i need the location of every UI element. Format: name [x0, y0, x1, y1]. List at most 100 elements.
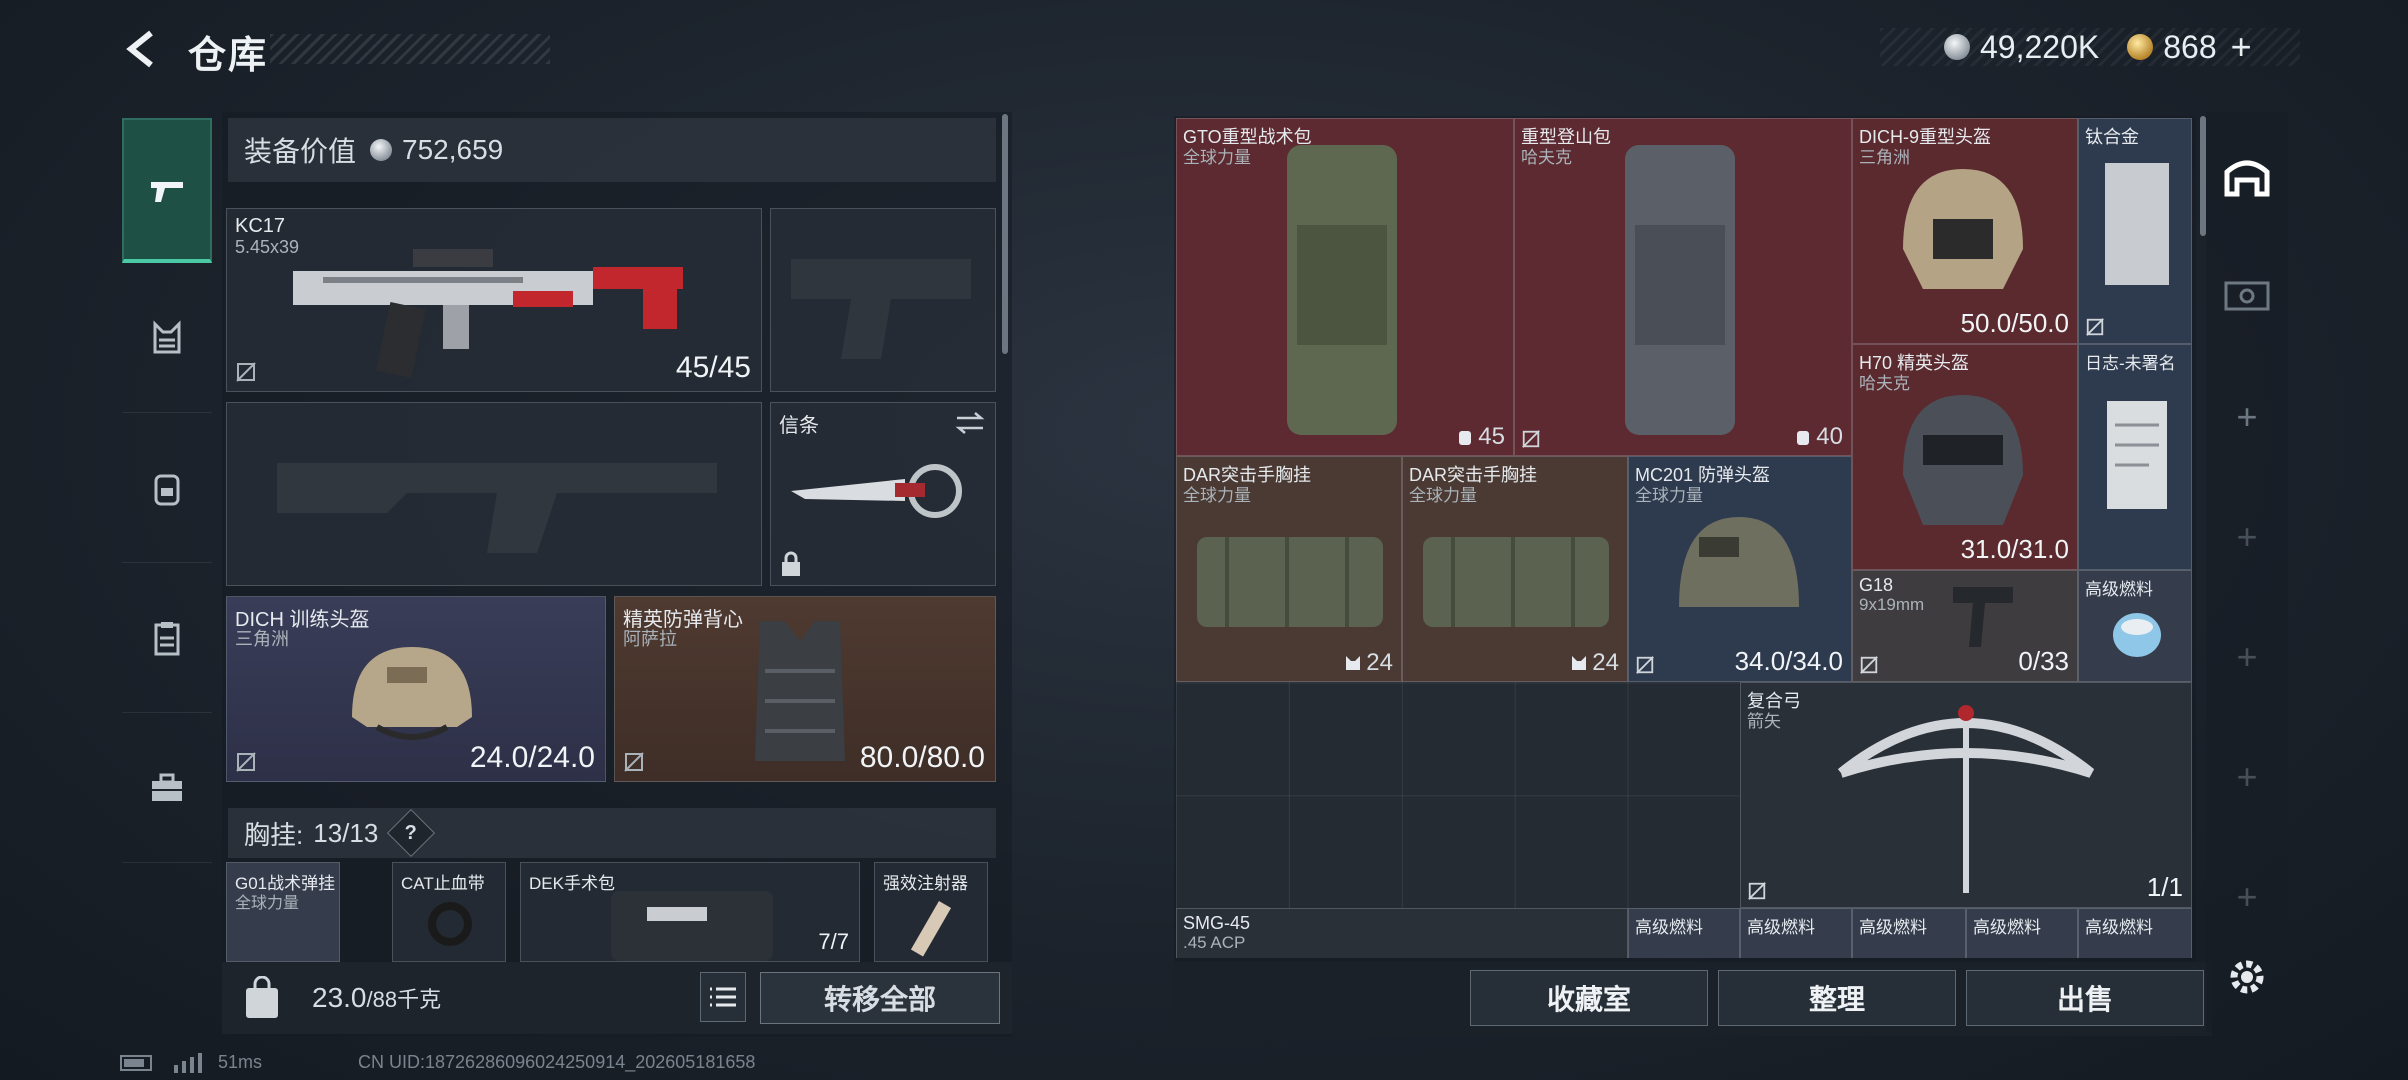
category-armor[interactable]	[122, 563, 212, 713]
stash-item-mc201-helmet[interactable]: MC201 防弹头盔 全球力量 34.0/34.0	[1628, 456, 1852, 682]
add-stash-tab-button[interactable]: +	[2222, 752, 2272, 802]
armor-durability: 80.0/80.0	[859, 741, 985, 774]
gear-icon	[2230, 960, 2264, 994]
stash-tab-secondary[interactable]	[2222, 270, 2272, 320]
stash-grid: GTO重型战术包 全球力量 45 重型登山包 哈夫克 40 DICH-9重型头盔…	[1176, 118, 2192, 958]
equipment-value-row: 装备价值 752,659	[228, 118, 996, 182]
stash-item-log[interactable]: 日志-未署名	[2078, 344, 2192, 570]
injector-image	[910, 900, 952, 957]
stash-item-climbing-backpack[interactable]: 重型登山包 哈夫克 40	[1514, 118, 1852, 456]
item-faction: 全球力量	[1183, 486, 1251, 505]
list-view-button[interactable]	[700, 972, 746, 1022]
category-backpack[interactable]	[122, 413, 212, 563]
stash-item-smg45[interactable]: SMG-45 .45 ACP	[1176, 908, 1628, 958]
chest-rig-header: 胸挂: 13/13 ?	[228, 808, 996, 858]
item-durability: 50.0/50.0	[1960, 308, 2069, 338]
vest-image	[755, 621, 845, 761]
helmet-image	[1903, 169, 2023, 289]
stash-item-fuel[interactable]: 高级燃料	[1852, 908, 1966, 958]
lock-off-icon	[1860, 656, 1878, 674]
primary-weapon-slot[interactable]: KC17 5.45x39 45/45	[226, 208, 762, 392]
stash-item-g18[interactable]: G18 9x19mm 0/33	[1852, 570, 2078, 682]
stash-tab-rail: + + + + +	[2206, 112, 2288, 1032]
category-chest-rig[interactable]	[122, 263, 212, 413]
item-name: 高级燃料	[2085, 580, 2153, 599]
stash-item-fuel[interactable]: 高级燃料	[1628, 908, 1740, 958]
swap-icon[interactable]	[955, 411, 985, 435]
item-caliber: .45 ACP	[1183, 933, 1246, 952]
titanium-plate-image	[2105, 163, 2169, 285]
stash-item-dar-rig-1[interactable]: DAR突击手胸挂 全球力量 24	[1176, 456, 1402, 682]
silver-coin-icon	[1944, 34, 1970, 60]
stash-item-fuel[interactable]: 高级燃料	[2078, 570, 2192, 682]
add-stash-tab-button[interactable]: +	[2222, 392, 2272, 442]
armor-slot[interactable]: 精英防弹背心 阿萨拉 80.0/80.0	[614, 596, 996, 782]
add-stash-tab-button[interactable]: +	[2222, 512, 2272, 562]
stash-tab-main[interactable]	[2222, 152, 2272, 202]
lock-off-icon	[236, 752, 256, 772]
help-icon: ?	[405, 821, 418, 844]
stash-item-dich9-helmet[interactable]: DICH-9重型头盔 三角洲 50.0/50.0	[1852, 118, 2078, 344]
stash-item-titanium[interactable]: 钛合金	[2078, 118, 2192, 344]
category-rail	[122, 108, 212, 863]
backpack-image	[1287, 145, 1397, 435]
weight-bar: 23.0/88千克 转移全部	[222, 962, 1012, 1034]
melee-slot[interactable]: 信条	[770, 402, 996, 586]
gear-scrollbar[interactable]	[1002, 114, 1008, 354]
back-arrow-icon	[126, 30, 153, 68]
helmet-image	[1903, 395, 2023, 525]
back-button[interactable]	[118, 24, 168, 74]
add-currency-button[interactable]: +	[2231, 26, 2252, 68]
category-weapons[interactable]	[122, 118, 212, 263]
lock-off-icon	[1522, 430, 1540, 448]
rig-item-g01[interactable]: G01战术弹挂 全球力量	[226, 862, 340, 962]
silver-coin-icon	[370, 139, 393, 161]
pistol-icon	[151, 181, 183, 202]
stash-item-fuel[interactable]: 高级燃料	[1966, 908, 2078, 958]
armor-faction: 阿萨拉	[623, 629, 677, 649]
sell-button[interactable]: 出售	[1966, 970, 2204, 1026]
rig-item-injector[interactable]: 强效注射器	[874, 862, 988, 962]
item-name: 日志-未署名	[2085, 354, 2176, 373]
helmet-faction: 三角洲	[235, 629, 289, 649]
page-title: 仓库	[188, 35, 269, 77]
stash-item-dar-rig-2[interactable]: DAR突击手胸挂 全球力量 24	[1402, 456, 1628, 682]
gold-currency-value: 868	[2163, 28, 2217, 65]
item-capacity: 24	[1344, 649, 1393, 677]
stash-item-compound-bow[interactable]: 复合弓 箭矢 1/1	[1740, 682, 2192, 908]
stash-item-fuel[interactable]: 高级燃料	[2078, 908, 2192, 958]
pistol-slot-empty[interactable]	[770, 208, 996, 392]
weight-value: 23.0/88千克	[312, 982, 441, 1014]
rig-item-cat[interactable]: CAT止血带	[392, 862, 506, 962]
help-button[interactable]: ?	[387, 808, 436, 858]
stash-item-gto-backpack[interactable]: GTO重型战术包 全球力量 45	[1176, 118, 1514, 456]
stash-item-fuel[interactable]: 高级燃料	[1740, 908, 1852, 958]
stash-item-h70-helmet[interactable]: H70 精英头盔 哈夫克 31.0/31.0	[1852, 344, 2078, 570]
item-durability: 31.0/31.0	[1960, 534, 2069, 564]
rig-item-dek[interactable]: DEK手术包 7/7	[520, 862, 860, 962]
plus-icon: +	[2236, 876, 2258, 917]
helmet-slot[interactable]: DICH 训练头盔 三角洲 24.0/24.0	[226, 596, 606, 782]
rig-item-name: CAT止血带	[401, 874, 485, 893]
chest-rig-capacity: 13/13	[313, 817, 379, 848]
add-stash-tab-button[interactable]: +	[2222, 632, 2272, 682]
category-items[interactable]	[122, 713, 212, 863]
battery-icon	[120, 1054, 152, 1071]
lock-off-icon	[1748, 882, 1766, 900]
collection-room-button[interactable]: 收藏室	[1470, 970, 1708, 1026]
equipment-value-label: 装备价值	[244, 136, 357, 167]
item-name: G18	[1859, 575, 1894, 595]
settings-button[interactable]	[2222, 952, 2272, 1002]
item-name: 高级燃料	[1747, 918, 1815, 937]
secondary-weapon-slot-empty[interactable]	[226, 402, 762, 586]
add-stash-tab-button[interactable]: +	[2222, 872, 2272, 922]
item-name: 高级燃料	[2085, 918, 2153, 937]
document-image	[2107, 401, 2167, 509]
transfer-all-button[interactable]: 转移全部	[760, 972, 1000, 1024]
rig-item-name: DEK手术包	[529, 874, 615, 893]
item-capacity: 24	[1570, 649, 1619, 677]
backpack-small-icon	[1459, 431, 1472, 445]
clipboard-icon	[154, 621, 180, 655]
sort-button[interactable]: 整理	[1718, 970, 1956, 1026]
ping-value: 51ms	[218, 1052, 263, 1072]
